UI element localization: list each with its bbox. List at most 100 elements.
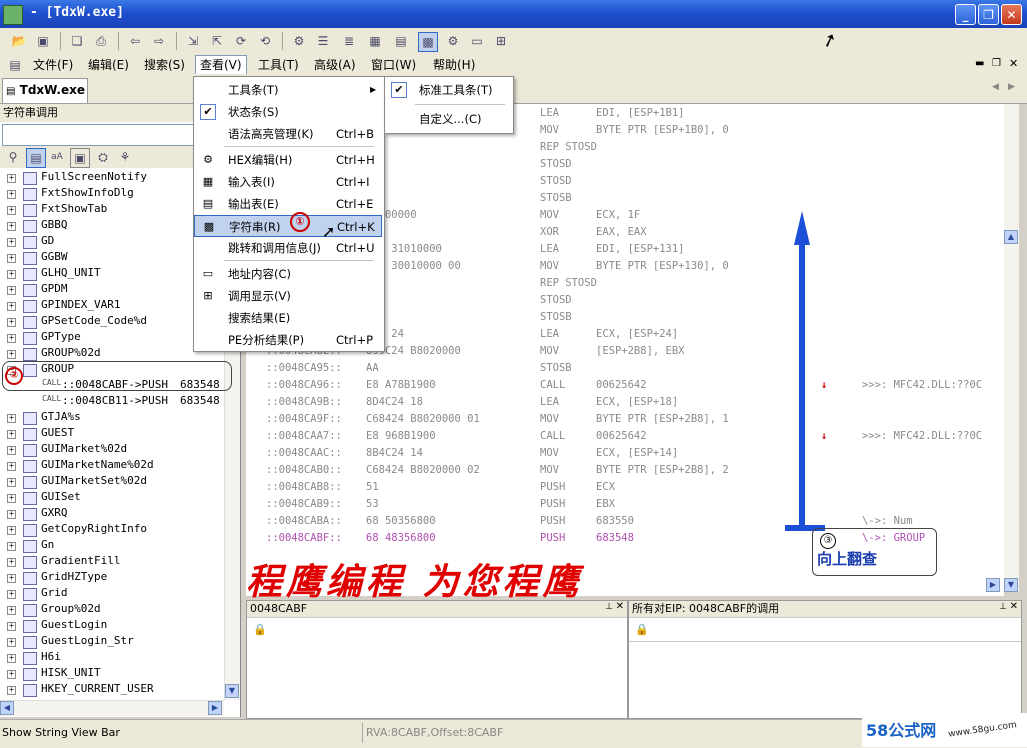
view-menu-item[interactable]: ⊞ 调用显示(V) bbox=[194, 285, 382, 307]
step-over-icon[interactable]: ⇱ bbox=[208, 32, 226, 50]
view-menu-item[interactable]: ⚙ HEX编辑(H) Ctrl+H bbox=[194, 149, 382, 171]
expand-toggle[interactable]: + bbox=[7, 670, 16, 679]
tree-item[interactable]: + GTJA%s bbox=[0, 410, 224, 426]
view-menu-item[interactable]: ✔ 状态条(S) bbox=[194, 101, 382, 123]
view-menu-item[interactable]: ▦ 输入表(I) Ctrl+I bbox=[194, 171, 382, 193]
menu-view[interactable]: 查看(V) bbox=[195, 55, 247, 74]
tree-item[interactable]: + HISK_UNIT bbox=[0, 666, 224, 682]
view-menu-item[interactable]: ▩ 字符串(R) Ctrl+K bbox=[194, 215, 382, 237]
minimize-button[interactable]: _ bbox=[955, 4, 976, 25]
tree-item[interactable]: + GuestLogin bbox=[0, 618, 224, 634]
expand-icon[interactable]: ⚘ bbox=[116, 148, 134, 166]
expand-toggle[interactable]: + bbox=[7, 622, 16, 631]
save-icon[interactable]: ▣ bbox=[34, 32, 52, 50]
tree-item[interactable]: + GUIMarketSet%02d bbox=[0, 474, 224, 490]
mdi-close-button[interactable]: ✕ bbox=[1009, 57, 1018, 70]
tree-item[interactable]: + GUISet bbox=[0, 490, 224, 506]
import-table-icon[interactable]: ▦ bbox=[366, 32, 384, 50]
pin-icon[interactable]: ⊥ bbox=[999, 602, 1007, 612]
expand-toggle[interactable]: + bbox=[7, 190, 16, 199]
expand-toggle[interactable]: + bbox=[7, 302, 16, 311]
view-menu-item[interactable]: 语法高亮管理(K) Ctrl+B bbox=[194, 123, 382, 145]
scroll-down-button[interactable]: ▼ bbox=[225, 684, 239, 698]
tree-item[interactable]: + Grid bbox=[0, 586, 224, 602]
close-icon[interactable]: ✕ bbox=[616, 601, 624, 612]
gear-icon[interactable]: ⚙ bbox=[290, 32, 308, 50]
expand-toggle[interactable]: + bbox=[7, 270, 16, 279]
view-menu-item[interactable]: ▭ 地址内容(C) bbox=[194, 263, 382, 285]
list-icon[interactable]: ☰ bbox=[314, 32, 332, 50]
scroll-right-button[interactable]: ▶ bbox=[208, 701, 222, 715]
tree-item[interactable]: + GPINDEX_VAR1 bbox=[0, 298, 224, 314]
print-icon[interactable]: ⎙ bbox=[92, 32, 110, 50]
sort-icon[interactable]: ▤ bbox=[26, 148, 46, 168]
address-icon[interactable]: ▭ bbox=[468, 32, 486, 50]
expand-toggle[interactable]: + bbox=[7, 478, 16, 487]
expand-toggle[interactable]: + bbox=[7, 542, 16, 551]
tree-item[interactable]: + GridHZType bbox=[0, 570, 224, 586]
tree-item[interactable]: + GPDM bbox=[0, 282, 224, 298]
tab-scroll-right-icon[interactable]: ▶ bbox=[1008, 82, 1015, 92]
expand-toggle[interactable]: + bbox=[7, 254, 16, 263]
expand-toggle[interactable]: + bbox=[7, 558, 16, 567]
tree-item[interactable]: + Group%02d bbox=[0, 602, 224, 618]
mdi-minimize-button[interactable]: ▬ bbox=[975, 58, 984, 69]
menu-search[interactable]: 搜索(S) bbox=[140, 56, 189, 74]
tree-item[interactable]: + GPType bbox=[0, 330, 224, 346]
export-table-icon[interactable]: ▤ bbox=[392, 32, 410, 50]
close-button[interactable]: ✕ bbox=[1001, 4, 1022, 25]
expand-toggle[interactable]: + bbox=[7, 446, 16, 455]
tree-subitem[interactable]: CALL::0048CB11->PUSH 683548 bbox=[0, 394, 224, 410]
call-display-icon[interactable]: ⊞ bbox=[492, 32, 510, 50]
tree-item[interactable]: + GradientFill bbox=[0, 554, 224, 570]
group-icon[interactable]: ▣ bbox=[70, 148, 90, 168]
tree-item[interactable]: + GUIMarket%02d bbox=[0, 442, 224, 458]
tree-item[interactable]: + FullScreenNotify bbox=[0, 170, 224, 186]
menu-file[interactable]: 文件(F) bbox=[29, 56, 77, 74]
close-icon[interactable]: ✕ bbox=[1010, 601, 1018, 612]
align-icon[interactable]: ≣ bbox=[340, 32, 358, 50]
pin-icon[interactable]: ⊥ bbox=[605, 602, 613, 612]
tree-item[interactable]: + GXRQ bbox=[0, 506, 224, 522]
mdi-restore-button[interactable]: ❐ bbox=[992, 58, 1001, 69]
tree-item[interactable]: + GetCopyRightInfo bbox=[0, 522, 224, 538]
step-into-icon[interactable]: ⇲ bbox=[184, 32, 202, 50]
tree-item[interactable]: + Gn bbox=[0, 538, 224, 554]
menu-edit[interactable]: 编辑(E) bbox=[84, 56, 133, 74]
tab-tdxw-exe[interactable]: ▤ TdxW.exe bbox=[2, 78, 88, 103]
tree-item[interactable]: + HKEY_CURRENT_USER bbox=[0, 682, 224, 698]
code-scroll-right-button[interactable]: ▶ bbox=[986, 578, 1000, 592]
view-menu-item[interactable]: 工具条(T) ▶ bbox=[194, 79, 382, 101]
expand-toggle[interactable]: + bbox=[7, 494, 16, 503]
expand-toggle[interactable]: + bbox=[7, 686, 16, 695]
tree-item[interactable]: + GLHQ_UNIT bbox=[0, 266, 224, 282]
tree-item[interactable]: + GROUP%02d bbox=[0, 346, 224, 362]
view-menu-item[interactable]: 搜索结果(E) bbox=[194, 307, 382, 329]
expand-toggle[interactable]: + bbox=[7, 318, 16, 327]
expand-toggle[interactable]: + bbox=[7, 590, 16, 599]
tree-item[interactable]: + GD bbox=[0, 234, 224, 250]
stop-icon[interactable]: ⟲ bbox=[256, 32, 274, 50]
open-icon[interactable]: 📂 bbox=[10, 32, 28, 50]
submenu-customize[interactable]: 自定义...(C) bbox=[385, 108, 511, 130]
view-menu-item[interactable]: PE分析结果(P) Ctrl+P bbox=[194, 329, 382, 351]
expand-toggle[interactable]: + bbox=[7, 350, 16, 359]
expand-toggle[interactable]: + bbox=[7, 430, 16, 439]
tree-item[interactable]: + GuestLogin_Str bbox=[0, 634, 224, 650]
run-icon[interactable]: ⟳ bbox=[232, 32, 250, 50]
expand-toggle[interactable]: + bbox=[7, 414, 16, 423]
expand-toggle[interactable]: + bbox=[7, 238, 16, 247]
menu-help[interactable]: 帮助(H) bbox=[429, 56, 479, 74]
filter-icon[interactable]: ⚲ bbox=[4, 148, 22, 166]
tree-item[interactable]: + GUIMarketName%02d bbox=[0, 458, 224, 474]
expand-toggle[interactable]: + bbox=[7, 574, 16, 583]
submenu-standard-toolbar[interactable]: ✔ 标准工具条(T) bbox=[385, 79, 511, 101]
code-vertical-scrollbar[interactable]: ▲ ▼ bbox=[1004, 104, 1019, 592]
expand-toggle[interactable]: + bbox=[7, 222, 16, 231]
case-icon[interactable]: aA bbox=[48, 148, 66, 166]
expand-toggle[interactable]: + bbox=[7, 462, 16, 471]
view-menu-item[interactable]: ▤ 输出表(E) Ctrl+E bbox=[194, 193, 382, 215]
tab-scroll-left-icon[interactable]: ◀ bbox=[992, 82, 999, 92]
scroll-left-button[interactable]: ◀ bbox=[0, 701, 14, 715]
scroll-down-button[interactable]: ▼ bbox=[1004, 578, 1018, 592]
